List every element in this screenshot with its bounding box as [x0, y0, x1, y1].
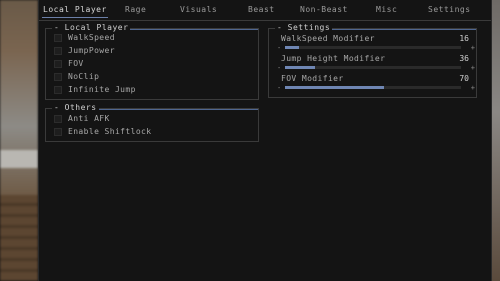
- slider-label: FOV Modifier: [281, 74, 344, 83]
- tab-beast[interactable]: Beast: [248, 5, 275, 14]
- decrease-button[interactable]: -: [277, 64, 281, 72]
- jumppower-label: JumpPower: [68, 46, 115, 55]
- slider-value: 36: [459, 54, 469, 63]
- background-floor-planks: [0, 195, 38, 281]
- noclip-label: NoClip: [68, 72, 100, 81]
- settings-group-title: Settings: [275, 23, 333, 32]
- tab-visuals[interactable]: Visuals: [180, 5, 217, 14]
- settings-group: Settings WalkSpeed Modifier 16 - + Jump …: [268, 23, 477, 98]
- others-group-title: Others: [52, 103, 99, 112]
- walkspeed-label: WalkSpeed: [68, 33, 115, 42]
- fov-modifier-slider[interactable]: FOV Modifier 70 - +: [277, 74, 475, 94]
- fov-label: FOV: [68, 59, 84, 68]
- slider-track[interactable]: [285, 46, 461, 49]
- slider-track[interactable]: [285, 66, 461, 69]
- slider-label: Jump Height Modifier: [281, 54, 386, 63]
- checkbox[interactable]: [54, 46, 62, 55]
- jump-height-modifier-slider[interactable]: Jump Height Modifier 36 - +: [277, 54, 475, 74]
- slider-track[interactable]: [285, 86, 461, 89]
- slider-fill: [285, 46, 300, 49]
- tab-local-player[interactable]: Local Player: [43, 5, 107, 14]
- active-tab-indicator: [42, 17, 108, 18]
- enable-shiftlock-label: Enable Shiftlock: [68, 127, 152, 136]
- anti-afk-label: Anti AFK: [68, 114, 110, 123]
- group-accent-line: [118, 29, 258, 30]
- checkbox[interactable]: [54, 59, 62, 68]
- decrease-button[interactable]: -: [277, 84, 281, 92]
- decrease-button[interactable]: -: [277, 44, 281, 52]
- fov-toggle[interactable]: FOV: [54, 58, 84, 69]
- checkbox[interactable]: [54, 33, 62, 42]
- checkbox[interactable]: [54, 85, 62, 94]
- noclip-toggle[interactable]: NoClip: [54, 71, 99, 82]
- increase-button[interactable]: +: [471, 64, 475, 72]
- anti-afk-toggle[interactable]: Anti AFK: [54, 113, 110, 124]
- infinite-jump-label: Infinite Jump: [68, 85, 136, 94]
- increase-button[interactable]: +: [471, 84, 475, 92]
- checkbox[interactable]: [54, 127, 62, 136]
- local-player-group: Local Player WalkSpeed JumpPower FOV NoC…: [45, 23, 259, 100]
- local-player-group-title: Local Player: [52, 23, 131, 32]
- checkbox[interactable]: [54, 114, 62, 123]
- game-background-left: [0, 0, 38, 281]
- jumppower-toggle[interactable]: JumpPower: [54, 45, 115, 56]
- slider-value: 70: [459, 74, 469, 83]
- slider-value: 16: [459, 34, 469, 43]
- script-menu-window: Local Player Rage Visuals Beast Non-Beas…: [38, 0, 492, 281]
- tab-settings[interactable]: Settings: [428, 5, 471, 14]
- tab-non-beast[interactable]: Non-Beast: [300, 5, 348, 14]
- tab-misc[interactable]: Misc: [376, 5, 397, 14]
- slider-fill: [285, 86, 384, 89]
- group-accent-line: [327, 29, 476, 30]
- increase-button[interactable]: +: [471, 44, 475, 52]
- tab-rage[interactable]: Rage: [125, 5, 146, 14]
- enable-shiftlock-toggle[interactable]: Enable Shiftlock: [54, 126, 151, 137]
- others-group: Others Anti AFK Enable Shiftlock: [45, 103, 259, 142]
- background-wall-strip: [0, 150, 38, 168]
- walkspeed-toggle[interactable]: WalkSpeed: [54, 32, 115, 43]
- slider-label: WalkSpeed Modifier: [281, 34, 375, 43]
- checkbox[interactable]: [54, 72, 62, 81]
- slider-fill: [285, 66, 315, 69]
- tab-bar: Local Player Rage Visuals Beast Non-Beas…: [39, 0, 491, 21]
- walkspeed-modifier-slider[interactable]: WalkSpeed Modifier 16 - +: [277, 34, 475, 54]
- infinite-jump-toggle[interactable]: Infinite Jump: [54, 84, 136, 95]
- group-accent-line: [96, 109, 258, 110]
